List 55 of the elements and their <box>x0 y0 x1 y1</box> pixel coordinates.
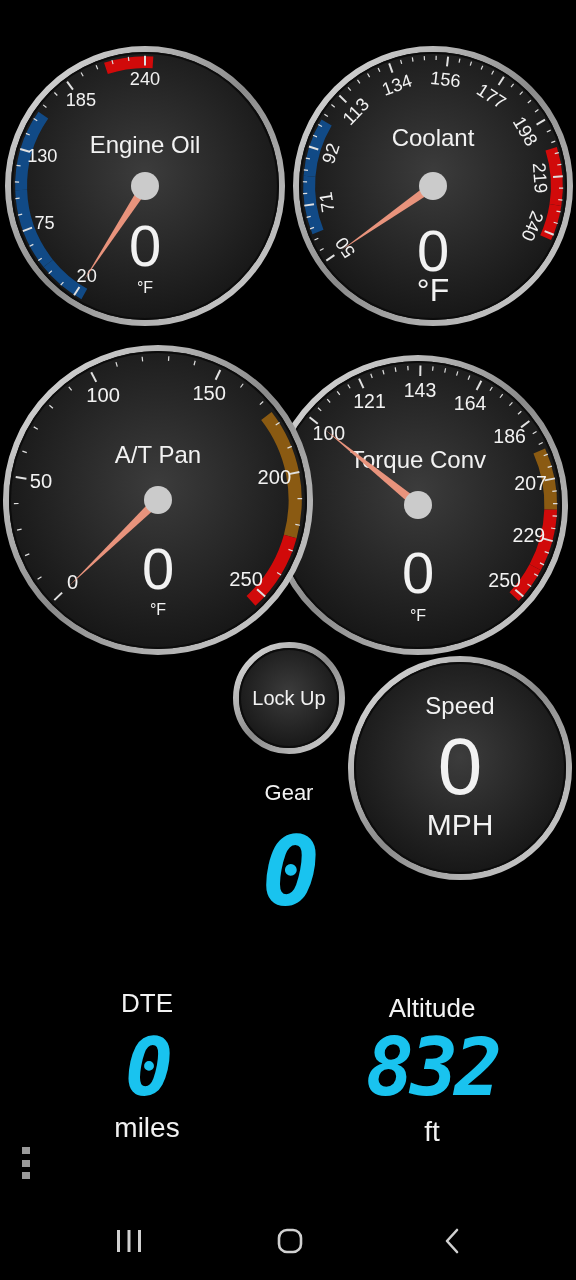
gauge-unit: °F <box>136 278 154 296</box>
scale-label: 150 <box>192 382 227 405</box>
scale-label: 164 <box>453 391 487 414</box>
scale-label: 113 <box>338 94 374 129</box>
scale-label: 121 <box>353 390 386 412</box>
scale-label: 185 <box>65 90 97 111</box>
gauge-unit: °F <box>149 600 167 618</box>
scale-label: 250 <box>229 568 263 591</box>
scale-label: 20 <box>76 265 97 286</box>
scale-label: 200 <box>257 465 292 488</box>
readout-label: DTE <box>121 990 173 1016</box>
digital-readout: 0 <box>262 824 316 920</box>
recents-icon[interactable] <box>116 1230 142 1252</box>
readout-unit: miles <box>114 1114 180 1142</box>
scale-label: 130 <box>27 145 58 166</box>
scale-label: 92 <box>318 140 344 167</box>
scale-label: 100 <box>86 383 120 406</box>
gauge-value: 0 <box>128 212 162 278</box>
scale-label: 240 <box>129 68 161 89</box>
scale-label: 219 <box>528 162 551 194</box>
scale-label: 143 <box>403 379 437 402</box>
scale-label: 0 <box>67 571 79 594</box>
gauge-unit: °F <box>409 606 427 624</box>
scale-label: 71 <box>315 190 339 214</box>
readout-unit: ft <box>424 1118 440 1146</box>
scale-label: 207 <box>514 472 547 495</box>
home-icon[interactable] <box>277 1228 303 1254</box>
scale-label: 156 <box>429 67 462 92</box>
scale-label: 177 <box>473 79 510 113</box>
gauge-title: A/T Pan <box>114 440 202 468</box>
menu-icon[interactable] <box>22 1147 30 1179</box>
scale-label: 50 <box>331 233 360 262</box>
gauge-title: Coolant <box>391 123 475 151</box>
gauge-title: Engine Oil <box>89 130 201 158</box>
scale-label: 100 <box>312 421 346 444</box>
scale-label: 75 <box>34 213 55 234</box>
scale-label: 198 <box>508 113 542 150</box>
needle-hub <box>404 491 432 519</box>
back-icon[interactable] <box>444 1228 460 1254</box>
gauge-title: Speed <box>425 691 495 719</box>
needle-hub <box>131 172 159 200</box>
digital-readout: 832 <box>365 1028 499 1108</box>
digital-readout: 0 <box>124 1028 170 1108</box>
scale-label: 134 <box>379 70 415 100</box>
scale-label: 186 <box>493 424 526 447</box>
gauge-value: 0 <box>401 539 435 605</box>
needle-hub <box>419 172 447 200</box>
indicator-label: Lock Up <box>252 687 326 709</box>
scale-label: 250 <box>488 569 521 592</box>
scale-label: 240 <box>517 208 548 244</box>
scale-label: 50 <box>29 470 53 493</box>
needle-hub <box>144 486 172 514</box>
readout-label: Gear <box>264 782 314 804</box>
readout-label: Altitude <box>388 995 476 1021</box>
gauge-value: 0 <box>141 535 175 601</box>
